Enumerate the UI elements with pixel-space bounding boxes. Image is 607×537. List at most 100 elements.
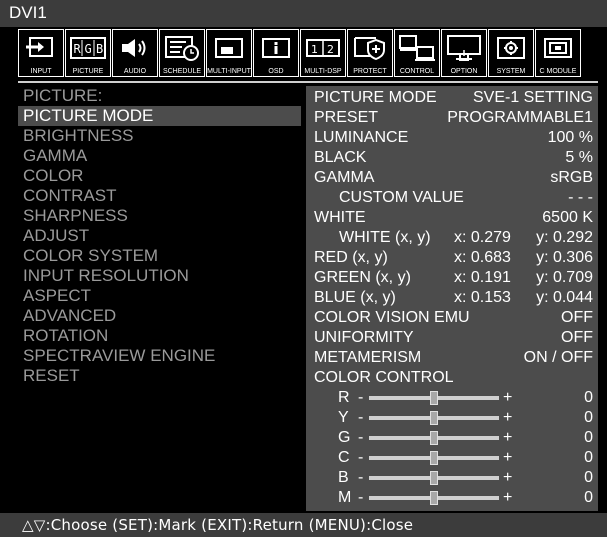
- tab-label: OSD: [268, 68, 284, 75]
- setting-blue-xy[interactable]: BLUE (x, y) x: 0.153 y: 0.044: [306, 288, 598, 308]
- slider-knob[interactable]: [430, 451, 438, 465]
- slider-m[interactable]: M - + 0: [306, 488, 598, 508]
- menu-item-aspect[interactable]: ASPECT: [18, 286, 301, 306]
- menu-item-color-system[interactable]: COLOR SYSTEM: [18, 246, 301, 266]
- setting-preset[interactable]: PRESET PROGRAMMABLE1: [306, 108, 598, 128]
- menu-item-spectraview-engine[interactable]: SPECTRAVIEW ENGINE: [18, 346, 301, 366]
- menu-item-reset[interactable]: RESET: [18, 366, 301, 386]
- slider-knob[interactable]: [430, 431, 438, 445]
- slider-track[interactable]: [369, 471, 499, 485]
- setting-color-vision-emu[interactable]: COLOR VISION EMU OFF: [306, 308, 598, 328]
- computer-icon: [395, 34, 439, 62]
- setting-white[interactable]: WHITE 6500 K: [306, 208, 598, 228]
- menu-item-brightness[interactable]: BRIGHTNESS: [18, 126, 301, 146]
- slider-b[interactable]: B - + 0: [306, 468, 598, 488]
- pip-icon: [207, 34, 251, 62]
- slider-knob[interactable]: [430, 411, 438, 425]
- setting-label: PICTURE MODE: [314, 89, 437, 106]
- setting-custom-value[interactable]: CUSTOM VALUE - - -: [306, 188, 598, 208]
- menu-item-adjust[interactable]: ADJUST: [18, 226, 301, 246]
- slider-track[interactable]: [369, 451, 499, 465]
- setting-picture-mode[interactable]: PICTURE MODE SVE-1 SETTING: [306, 88, 598, 108]
- tab-label: OPTION: [450, 68, 478, 75]
- divider: [18, 81, 598, 83]
- tab-label: SYSTEM: [496, 68, 526, 75]
- slider-label: M: [338, 489, 352, 506]
- slider-label: C: [338, 449, 350, 466]
- tab-multi-input[interactable]: MULTI-INPUT: [206, 29, 252, 77]
- setting-red-xy[interactable]: RED (x, y) x: 0.683 y: 0.306: [306, 248, 598, 268]
- slider-track[interactable]: [369, 411, 499, 425]
- svg-text:B: B: [96, 42, 103, 56]
- shield-icon: [348, 34, 392, 62]
- info-icon: [254, 34, 298, 62]
- setting-value: sRGB: [550, 169, 593, 186]
- slider-track[interactable]: [369, 431, 499, 445]
- slider-r[interactable]: R - + 0: [306, 388, 598, 408]
- slider-knob[interactable]: [430, 471, 438, 485]
- menu-item-color[interactable]: COLOR: [18, 166, 301, 186]
- menu-item-gamma[interactable]: GAMMA: [18, 146, 301, 166]
- tab-c-module[interactable]: C MODULE: [535, 29, 581, 77]
- minus-sign: -: [358, 449, 364, 466]
- setting-white-xy[interactable]: WHITE (x, y) x: 0.279 y: 0.292: [306, 228, 598, 248]
- input-source-title: DVI1: [9, 3, 47, 22]
- setting-luminance[interactable]: LUMINANCE 100 %: [306, 128, 598, 148]
- tab-audio[interactable]: AUDIO: [112, 29, 158, 77]
- slider-knob[interactable]: [430, 391, 438, 405]
- category-tab-bar: INPUT RGB PICTURE AUDIO SCHEDULE MULTI-I…: [18, 29, 581, 78]
- setting-label: RED (x, y): [314, 249, 388, 266]
- tab-osd[interactable]: OSD: [253, 29, 299, 77]
- speaker-icon: [113, 34, 157, 62]
- setting-label: BLACK: [314, 149, 367, 166]
- tab-schedule[interactable]: SCHEDULE: [159, 29, 205, 77]
- menu-item-picture-mode[interactable]: PICTURE MODE: [18, 106, 301, 126]
- slider-c[interactable]: C - + 0: [306, 448, 598, 468]
- setting-value: 100 %: [547, 129, 593, 146]
- setting-black[interactable]: BLACK 5 %: [306, 148, 598, 168]
- menu-item-advanced[interactable]: ADVANCED: [18, 306, 301, 326]
- menu-item-contrast[interactable]: CONTRAST: [18, 186, 301, 206]
- tab-system[interactable]: SYSTEM: [488, 29, 534, 77]
- setting-label: COLOR CONTROL: [314, 369, 454, 386]
- tab-multi-dsp[interactable]: 12 MULTI-DSP: [300, 29, 346, 77]
- slider-knob[interactable]: [430, 491, 438, 505]
- slider-track[interactable]: [369, 391, 499, 405]
- slider-label: B: [338, 469, 349, 486]
- setting-value: OFF: [561, 329, 593, 346]
- key-hint-bar: △▽:Choose (SET):Mark (EXIT):Return (MENU…: [0, 513, 607, 537]
- tab-protect[interactable]: PROTECT: [347, 29, 393, 77]
- monitor-upload-icon: [442, 34, 486, 62]
- input-arrow-icon: [19, 34, 63, 62]
- setting-uniformity[interactable]: UNIFORMITY OFF: [306, 328, 598, 348]
- gear-icon: [489, 34, 533, 62]
- setting-gamma[interactable]: GAMMA sRGB: [306, 168, 598, 188]
- slider-g[interactable]: G - + 0: [306, 428, 598, 448]
- setting-value: 5 %: [565, 149, 593, 166]
- slider-y[interactable]: Y - + 0: [306, 408, 598, 428]
- setting-metamerism[interactable]: METAMERISM ON / OFF: [306, 348, 598, 368]
- minus-sign: -: [358, 389, 364, 406]
- menu-item-input-resolution[interactable]: INPUT RESOLUTION: [18, 266, 301, 286]
- tab-option[interactable]: OPTION: [441, 29, 487, 77]
- tab-picture[interactable]: RGB PICTURE: [65, 29, 111, 77]
- y-value: y: 0.306: [536, 249, 593, 266]
- setting-green-xy[interactable]: GREEN (x, y) x: 0.191 y: 0.709: [306, 268, 598, 288]
- menu-item-rotation[interactable]: ROTATION: [18, 326, 301, 346]
- tab-control[interactable]: CONTROL: [394, 29, 440, 77]
- picture-mode-settings-panel: PICTURE MODE SVE-1 SETTING PRESET PROGRA…: [306, 86, 598, 511]
- setting-color-control[interactable]: COLOR CONTROL: [306, 368, 598, 388]
- slider-track[interactable]: [369, 491, 499, 505]
- tab-label: CONTROL: [399, 68, 435, 75]
- x-value: x: 0.683: [454, 249, 511, 266]
- plus-sign: +: [503, 429, 513, 446]
- y-value: y: 0.709: [536, 269, 593, 286]
- tab-input[interactable]: INPUT: [18, 29, 64, 77]
- setting-label: WHITE (x, y): [339, 229, 431, 246]
- tab-label: AUDIO: [123, 68, 147, 75]
- slider-value: 0: [584, 489, 593, 506]
- menu-item-sharpness[interactable]: SHARPNESS: [18, 206, 301, 226]
- module-icon: [536, 34, 580, 62]
- setting-value: 6500 K: [542, 209, 593, 226]
- multi-display-icon: 12: [301, 34, 345, 62]
